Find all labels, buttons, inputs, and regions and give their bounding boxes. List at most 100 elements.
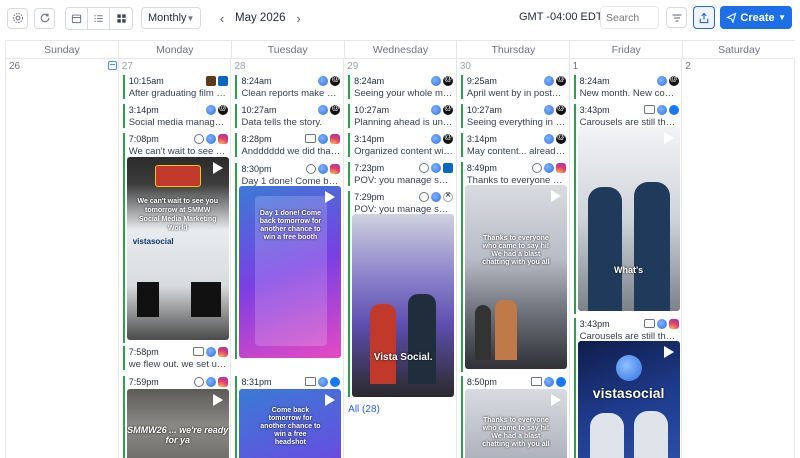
post-item[interactable]: 3:14pm Organized content wins.: [348, 132, 454, 157]
prev-month-button[interactable]: ‹: [213, 7, 231, 29]
plus-circle-icon: [306, 163, 317, 174]
filter-icon: [672, 13, 681, 22]
list-icon: [94, 14, 103, 22]
booth-table: [136, 282, 159, 317]
grid-view-button[interactable]: [110, 8, 132, 29]
refresh-icon: [40, 13, 49, 23]
threads-icon: [330, 74, 341, 86]
post-time: 7:59pm: [128, 376, 159, 387]
day-number: 26: [9, 61, 21, 72]
play-icon: [212, 162, 223, 174]
view-select[interactable]: Monthly ▼: [141, 7, 201, 29]
show-all-link[interactable]: All (28): [348, 404, 380, 415]
book-icon: [305, 377, 317, 386]
post-item[interactable]: 8:28pm Andddddd we did that #S...: [235, 133, 341, 157]
post-time: 7:08pm: [128, 133, 159, 144]
weekday-friday: Friday: [569, 41, 682, 58]
post-text: Clean reports make you lo...: [241, 88, 340, 99]
calendar-grid: 26 27 10:15am After graduating film scho…: [5, 59, 796, 458]
person-figure: [408, 294, 437, 384]
share-icon: [699, 12, 709, 23]
post-item[interactable]: 10:15am After graduating film scho...: [122, 75, 228, 99]
video-icon: [643, 105, 655, 114]
post-time: 8:24am: [354, 75, 385, 86]
post-time: 10:27am: [241, 104, 277, 115]
instagram-icon: [668, 318, 679, 329]
calendar-icon: [71, 14, 82, 23]
post-thumbnail[interactable]: What's: [577, 127, 680, 311]
post-time: 3:14pm: [354, 133, 385, 144]
weekday-monday: Monday: [117, 41, 231, 58]
post-item[interactable]: 9:25am April went by in posts, me...: [460, 74, 566, 99]
post-item[interactable]: 8:24am Seeing your whole month ...: [348, 74, 454, 99]
post-thumbnail[interactable]: Thanks to everyone who came to say hi! W…: [464, 389, 567, 458]
day-cell[interactable]: 26: [5, 59, 118, 458]
post-text: We can't wait to see you t...: [128, 146, 228, 157]
current-month: May 2026: [235, 12, 286, 24]
day-cell[interactable]: 28 8:24am Clean reports make you lo... 1…: [230, 59, 343, 458]
day-cell[interactable]: 27 10:15am After graduating film scho...…: [117, 59, 231, 458]
add-post-icon[interactable]: [108, 61, 117, 70]
weekday-thursday: Thursday: [456, 41, 569, 58]
vista-social-icon: [431, 133, 442, 144]
post-thumbnail[interactable]: Day 1 done! Come back tomorrow for anoth…: [239, 186, 342, 358]
video-icon: [305, 134, 317, 143]
vista-social-icon: [318, 75, 329, 86]
play-icon: [550, 394, 561, 406]
day-cell[interactable]: 30 9:25am April went by in posts, me... …: [455, 59, 569, 458]
post-item[interactable]: 3:14pm May content... already sch...: [460, 132, 566, 157]
weekday-tuesday: Tuesday: [230, 41, 344, 58]
day-number: 28: [234, 61, 246, 72]
threads-icon: [443, 103, 454, 115]
list-view-button[interactable]: [88, 7, 110, 29]
filter-button[interactable]: [666, 7, 687, 28]
post-thumbnail[interactable]: vistasocial: [577, 341, 680, 458]
export-button[interactable]: [693, 6, 715, 29]
instagram-icon: [217, 376, 228, 387]
create-button[interactable]: Create ▼: [720, 6, 792, 29]
post-thumbnail[interactable]: Thanks to everyone who came to say hi! W…: [464, 185, 567, 369]
vista-social-icon: [431, 75, 442, 86]
post-text: Organized content wins.: [354, 146, 454, 157]
vista-social-icon: [656, 75, 667, 86]
refresh-button[interactable]: [34, 7, 55, 29]
post-time: 8:30pm: [241, 163, 272, 174]
post-item[interactable]: 8:24am New month. New content ...: [573, 74, 679, 99]
post-text: we flew out. we set up. w...: [128, 359, 228, 370]
camera-icon: [419, 162, 430, 173]
view-toggle-group: [65, 6, 133, 30]
post-thumbnail[interactable]: SMMW26 ... we're ready for ya: [126, 389, 229, 458]
calendar-view-button[interactable]: [66, 7, 88, 29]
post-item[interactable]: 10:27am Planning ahead is underra...: [348, 103, 454, 128]
linkedin-icon: [217, 75, 228, 86]
weekday-sunday: Sunday: [5, 41, 118, 58]
post-text: May content... already sch...: [466, 146, 566, 157]
post-item[interactable]: 8:24am Clean reports make you lo...: [235, 74, 341, 99]
plus-circle-icon: [193, 376, 204, 387]
day-cell[interactable]: 2: [681, 59, 796, 458]
settings-button[interactable]: [7, 7, 28, 29]
post-item[interactable]: 3:14pm Social media managers ar...: [122, 103, 228, 128]
day-number: 1: [572, 61, 579, 72]
post-item[interactable]: 7:58pm we flew out. we set up. w...: [122, 346, 228, 370]
post-item[interactable]: 10:27am Seeing everything in one ...: [460, 103, 566, 128]
post-item[interactable]: 10:27am Data tells the story.: [235, 103, 341, 128]
youtube-icon: [205, 75, 216, 86]
vista-social-icon: [543, 162, 554, 173]
thumbnail-caption: What's: [614, 265, 644, 275]
person-figure: [589, 413, 624, 458]
timezone-label[interactable]: GMT -04:00 EDT: [519, 11, 603, 23]
day-cell[interactable]: 1 8:24am New month. New content ... 3:43…: [568, 59, 682, 458]
post-item[interactable]: 7:23pm POV: you manage so man...: [348, 162, 454, 186]
post-thumbnail[interactable]: Vista Social.: [352, 214, 455, 397]
post-thumbnail[interactable]: Come back tomorrow for another chance to…: [239, 389, 342, 458]
thumbnail-caption: Thanks to everyone who came to say hi! W…: [482, 235, 550, 266]
search-input[interactable]: [600, 6, 659, 29]
post-thumbnail[interactable]: We can't wait to see you tomorrow at SMM…: [126, 157, 229, 340]
facebook-icon: [555, 376, 566, 387]
next-month-button[interactable]: ›: [290, 7, 308, 29]
chevron-down-icon: ▼: [186, 13, 195, 23]
day-cell[interactable]: 29 8:24am Seeing your whole month ... 10…: [343, 59, 456, 458]
grid-icon: [116, 13, 126, 23]
threads-icon: [443, 132, 454, 144]
